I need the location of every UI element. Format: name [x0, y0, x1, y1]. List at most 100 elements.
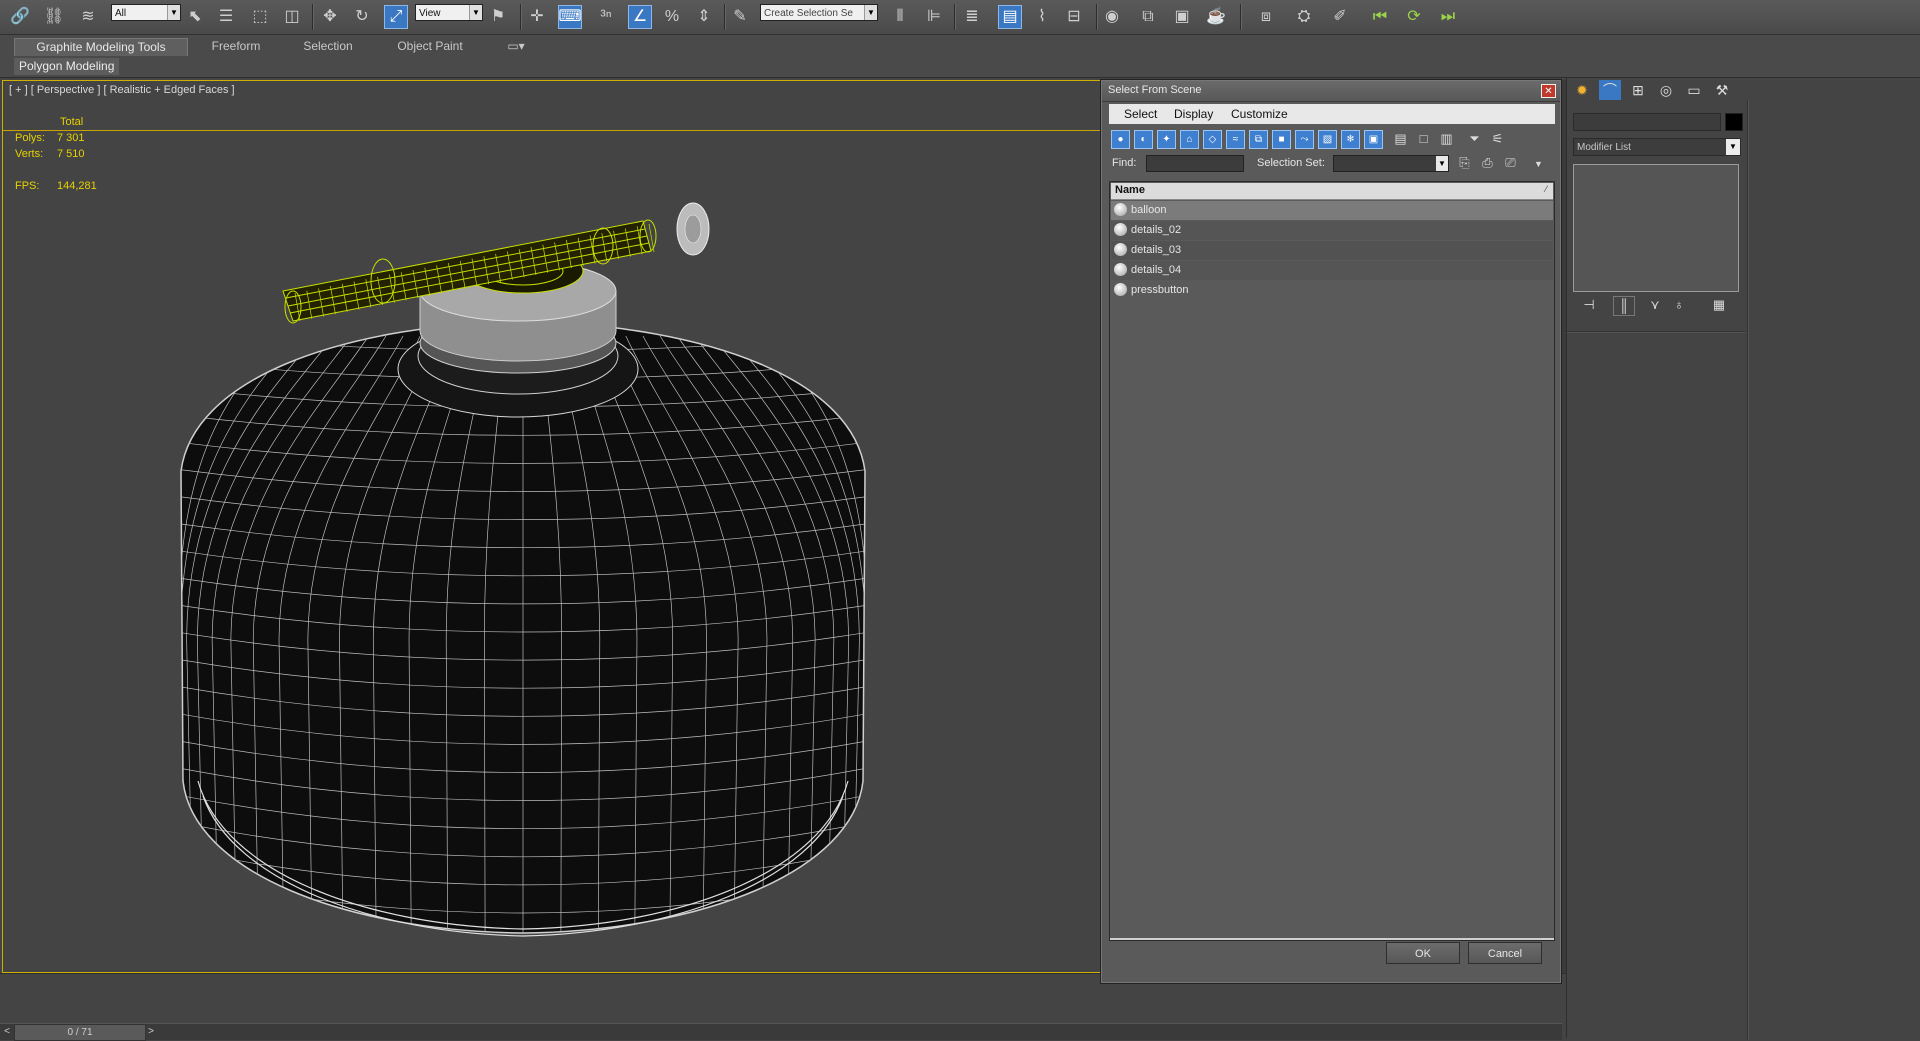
remove-from-selection-set-icon[interactable]: ⎚ — [1501, 154, 1520, 173]
list-item[interactable]: details_03 — [1111, 241, 1553, 260]
auto-key-icon[interactable]: ⟳ — [1402, 5, 1426, 29]
display-tab-icon[interactable]: ▭ — [1683, 80, 1705, 100]
filter-options-icon[interactable]: ⚟ — [1488, 130, 1507, 149]
tab-selection[interactable]: Selection — [290, 38, 366, 55]
ok-button[interactable]: OK — [1386, 942, 1460, 964]
menu-customize[interactable]: Customize — [1231, 107, 1288, 121]
selection-filter-dropdown[interactable]: All ▼ — [111, 4, 181, 21]
mirror-icon[interactable]: ⫴ — [888, 5, 912, 29]
scene-explorer-icon[interactable]: ⛭ — [1292, 5, 1316, 29]
options-chevron-icon[interactable]: ▼ — [1529, 156, 1548, 175]
create-selection-set-icon[interactable]: ⎘ — [1455, 154, 1474, 173]
display-shapes-icon[interactable]: ◐ — [1134, 130, 1153, 149]
select-by-name-icon[interactable]: ☰ — [214, 5, 238, 29]
find-input[interactable] — [1146, 155, 1244, 172]
layer-manager-icon[interactable]: ≣ — [960, 5, 984, 29]
spinner-snap-icon[interactable]: ⇕ — [692, 5, 716, 29]
selection-set-dropdown[interactable]: ▼ — [1333, 155, 1449, 172]
polygon-modeling-panel[interactable]: Polygon Modeling — [14, 58, 120, 75]
material-editor-icon[interactable]: ◉ — [1100, 5, 1124, 29]
named-selection-sets-dropdown[interactable]: Create Selection Se ▼ — [760, 4, 878, 21]
object-list[interactable]: Name ⁄ balloon details_02 details_03 det… — [1109, 181, 1555, 941]
display-containers-icon[interactable]: ▧ — [1318, 130, 1337, 149]
render-production-icon[interactable]: ☕ — [1204, 5, 1228, 29]
ribbon-options-icon[interactable]: ▭▾ — [504, 38, 528, 55]
angle-snap-icon[interactable]: ∠ — [628, 5, 652, 29]
display-hidden-icon[interactable]: ▣ — [1364, 130, 1383, 149]
make-unique-icon[interactable]: ⋎ — [1645, 296, 1665, 314]
remove-modifier-icon[interactable]: ♁ — [1669, 296, 1689, 314]
list-item[interactable]: balloon — [1111, 201, 1553, 220]
set-key-icon[interactable]: ⏮ — [1368, 5, 1392, 29]
snaps-toggle-icon[interactable]: ³ⁿ — [594, 5, 618, 29]
display-frozen-icon[interactable]: ❄ — [1341, 130, 1360, 149]
filter-icon[interactable]: ⏷ — [1465, 130, 1484, 149]
list-column-header[interactable]: Name ⁄ — [1111, 183, 1553, 200]
render-setup-icon[interactable]: ⧉ — [1136, 5, 1160, 29]
dialog-titlebar[interactable]: Select From Scene ✕ — [1102, 81, 1560, 102]
keyboard-shortcut-override-icon[interactable]: ⌨ — [558, 5, 582, 29]
time-slider[interactable]: < 0 / 71 > — [0, 1023, 1562, 1041]
close-icon[interactable]: ✕ — [1541, 84, 1556, 98]
graphite-toggle-icon[interactable]: ▤ — [998, 5, 1022, 29]
menu-display[interactable]: Display — [1174, 107, 1213, 121]
display-groups-icon[interactable]: ⧉ — [1249, 130, 1268, 149]
add-to-selection-set-icon[interactable]: ⎙ — [1478, 154, 1497, 173]
display-geometry-icon[interactable]: ● — [1111, 130, 1130, 149]
show-end-result-icon[interactable]: ║ — [1613, 296, 1635, 316]
list-item[interactable]: details_04 — [1111, 261, 1553, 280]
select-none-icon[interactable]: □ — [1414, 130, 1433, 149]
next-frame-button[interactable]: > — [144, 1024, 158, 1039]
object-name-field[interactable] — [1573, 113, 1721, 131]
select-and-link-icon[interactable]: 🔗 — [8, 5, 32, 29]
display-helpers-icon[interactable]: ◇ — [1203, 130, 1222, 149]
schematic-view-icon[interactable]: ⊟ — [1062, 5, 1086, 29]
modifier-stack[interactable] — [1573, 164, 1739, 292]
cancel-button[interactable]: Cancel — [1468, 942, 1542, 964]
select-all-icon[interactable]: ▤ — [1391, 130, 1410, 149]
name-column-header[interactable]: Name — [1115, 184, 1145, 196]
align-icon[interactable]: ⊫ — [922, 5, 946, 29]
select-and-move-icon[interactable]: ✥ — [318, 5, 342, 29]
select-and-rotate-icon[interactable]: ↻ — [350, 5, 374, 29]
rectangular-selection-icon[interactable]: ⬚ — [248, 5, 272, 29]
modify-tab-icon[interactable]: ⌒ — [1599, 80, 1621, 100]
pivot-center-icon[interactable]: ⚑ — [486, 5, 510, 29]
display-xrefs-icon[interactable]: ■ — [1272, 130, 1291, 149]
select-object-icon[interactable]: ⬉ — [183, 5, 207, 29]
percent-snap-icon[interactable]: % — [660, 5, 684, 29]
window-crossing-icon[interactable]: ◫ — [280, 5, 304, 29]
display-space-warps-icon[interactable]: ≈ — [1226, 130, 1245, 149]
rendered-frame-window-icon[interactable]: ▣ — [1170, 5, 1194, 29]
frame-counter[interactable]: 0 / 71 — [14, 1024, 146, 1041]
create-tab-icon[interactable]: ✹ — [1571, 80, 1593, 100]
unlink-selection-icon[interactable]: ⛓ — [42, 5, 66, 29]
select-and-scale-icon[interactable]: ⤢ — [384, 5, 408, 29]
list-item[interactable]: pressbutton — [1111, 281, 1553, 300]
hierarchy-tab-icon[interactable]: ⊞ — [1627, 80, 1649, 100]
list-item[interactable]: details_02 — [1111, 221, 1553, 240]
menu-select[interactable]: Select — [1124, 107, 1157, 121]
tab-freeform[interactable]: Freeform — [196, 38, 276, 55]
viewport-canvas-icon[interactable]: ✐ — [1328, 5, 1352, 29]
bind-to-space-warp-icon[interactable]: ≋ — [76, 5, 100, 29]
prev-frame-button[interactable]: < — [0, 1024, 14, 1039]
select-manipulate-icon[interactable]: ✛ — [525, 5, 549, 29]
reference-coordinate-dropdown[interactable]: View ▼ — [415, 4, 483, 21]
key-mode-icon[interactable]: ⏭ — [1436, 5, 1460, 29]
curve-editor-icon[interactable]: ⌇ — [1030, 5, 1054, 29]
display-bones-icon[interactable]: ⤳ — [1295, 130, 1314, 149]
configure-modifier-sets-icon[interactable]: ▦ — [1709, 296, 1729, 314]
edit-named-selection-icon[interactable]: ✎ — [728, 5, 752, 29]
select-invert-icon[interactable]: ▥ — [1437, 130, 1456, 149]
container-icon[interactable]: ⧈ — [1254, 5, 1278, 29]
object-color-swatch[interactable] — [1725, 113, 1743, 131]
display-cameras-icon[interactable]: ⌂ — [1180, 130, 1199, 149]
modifier-list-dropdown[interactable]: Modifier List ▼ — [1573, 138, 1741, 156]
motion-tab-icon[interactable]: ◎ — [1655, 80, 1677, 100]
utilities-tab-icon[interactable]: ⚒ — [1711, 80, 1733, 100]
tab-graphite-modeling-tools[interactable]: Graphite Modeling Tools — [14, 38, 188, 56]
pin-stack-icon[interactable]: ⊣ — [1579, 296, 1599, 314]
display-lights-icon[interactable]: ✦ — [1157, 130, 1176, 149]
tab-object-paint[interactable]: Object Paint — [384, 38, 476, 55]
